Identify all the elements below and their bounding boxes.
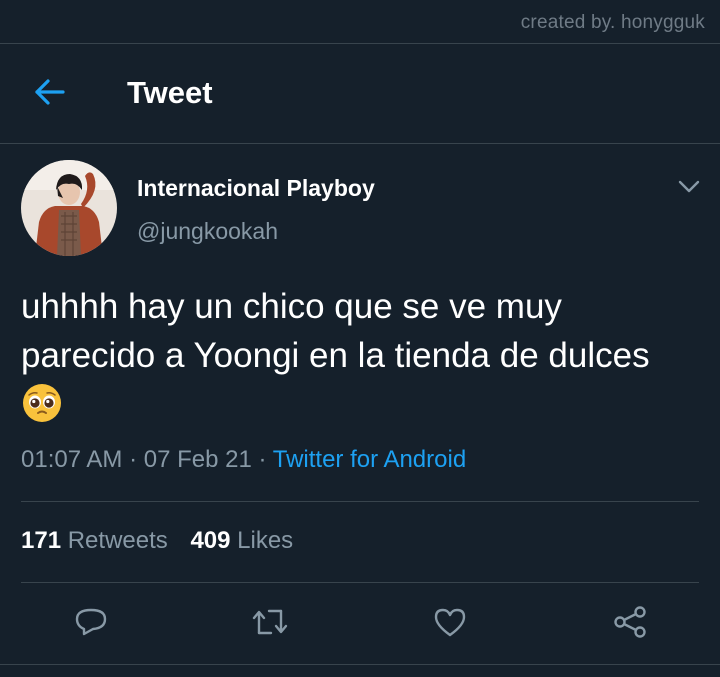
watermark: created by. honygguk	[520, 12, 705, 33]
tweet-stats: 171 Retweets 409 Likes	[21, 527, 309, 555]
share-icon	[613, 605, 647, 644]
page-title: Tweet	[127, 75, 213, 110]
retweets-stat[interactable]: 171 Retweets	[21, 527, 168, 555]
meta-divider	[21, 501, 699, 502]
stats-divider	[21, 582, 699, 583]
retweets-label: Retweets	[67, 527, 168, 554]
author-display-name[interactable]: Internacional Playboy	[137, 175, 375, 202]
author-handle[interactable]: @jungkookah	[137, 218, 278, 245]
header-divider	[0, 143, 720, 144]
tweet-screen: created by. honygguk Tweet Internacional…	[0, 0, 720, 677]
header-bar: Tweet	[0, 44, 720, 144]
meta-separator: ·	[129, 446, 138, 473]
retweet-icon	[251, 607, 289, 642]
like-button[interactable]	[428, 602, 472, 646]
reply-button[interactable]	[69, 602, 113, 646]
tweet-source-link[interactable]: Twitter for Android	[273, 446, 466, 473]
avatar-image	[21, 160, 117, 256]
tweet-meta: 01:07 AM · 07 Feb 21 · Twitter for Andro…	[21, 446, 466, 474]
retweets-count: 171	[21, 527, 62, 554]
meta-separator: ·	[258, 446, 267, 473]
share-button[interactable]	[608, 602, 652, 646]
reply-icon	[74, 605, 108, 644]
arrow-left-icon	[34, 78, 66, 111]
like-icon	[433, 606, 467, 643]
tweet-text: uhhhh hay un chico que se ve muy parecid…	[21, 287, 650, 375]
more-options-button[interactable]	[674, 176, 704, 202]
tweet-body: uhhhh hay un chico que se ve muy parecid…	[21, 282, 681, 436]
avatar[interactable]	[21, 160, 117, 256]
pleading-face-emoji	[22, 383, 62, 436]
likes-count: 409	[190, 527, 231, 554]
bottom-divider	[0, 664, 720, 665]
back-button[interactable]	[28, 74, 72, 114]
chevron-down-icon	[678, 180, 700, 199]
likes-stat[interactable]: 409 Likes	[190, 527, 293, 555]
tweet-time: 01:07 AM	[21, 446, 123, 473]
retweet-button[interactable]	[248, 602, 292, 646]
likes-label: Likes	[237, 527, 294, 554]
tweet-date: 07 Feb 21	[143, 446, 252, 473]
